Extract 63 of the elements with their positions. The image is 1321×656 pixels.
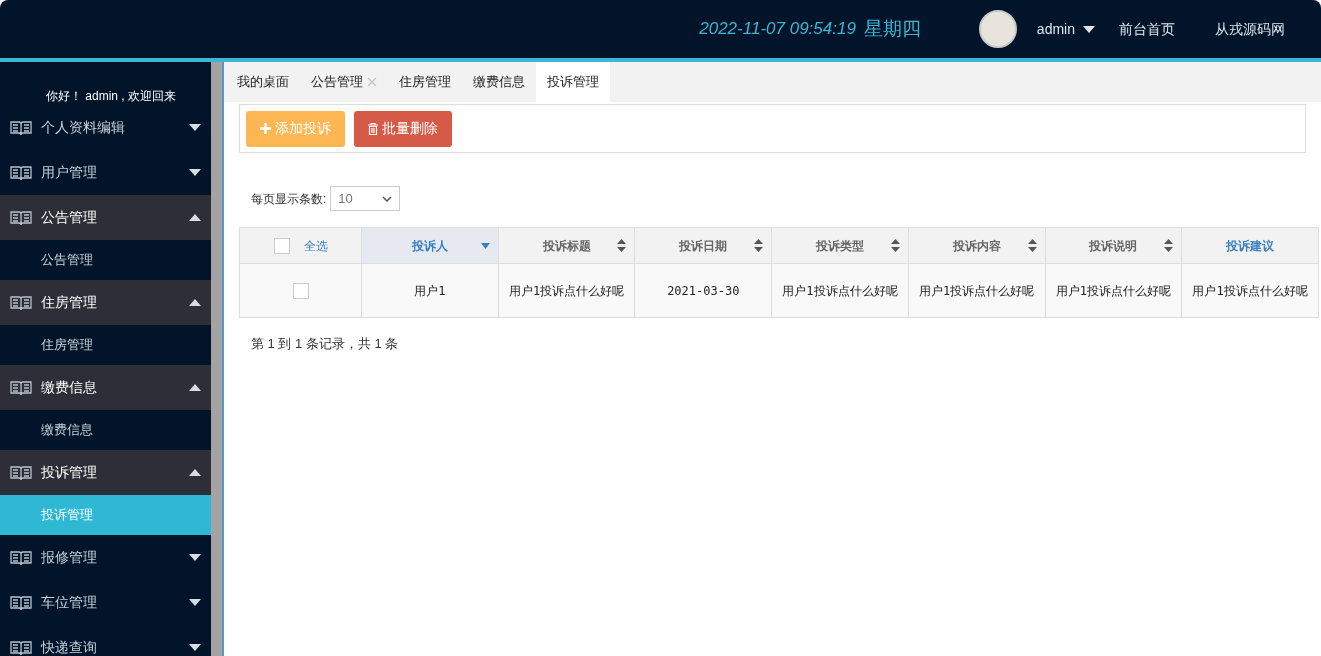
sort-desc-icon bbox=[480, 242, 490, 249]
sidebar-item[interactable]: 投诉管理 bbox=[0, 450, 211, 495]
caret-down-icon bbox=[189, 599, 201, 606]
column-header[interactable]: 投诉人 bbox=[361, 227, 499, 264]
checkbox[interactable] bbox=[273, 237, 290, 254]
table-cell: 用户1投诉点什么好呢 bbox=[1192, 283, 1308, 298]
plus-icon bbox=[260, 123, 271, 134]
sidebar-item[interactable]: 住房管理 bbox=[0, 280, 211, 325]
close-icon[interactable] bbox=[367, 77, 377, 87]
caret-down-icon bbox=[189, 169, 201, 176]
date-time: 2022-11-07 09:54:19 bbox=[699, 18, 856, 41]
book-icon bbox=[10, 164, 32, 181]
caret-down-icon bbox=[1083, 25, 1095, 33]
caret-down-icon bbox=[189, 644, 201, 651]
sort-icon bbox=[754, 239, 764, 252]
book-icon bbox=[10, 379, 32, 396]
column-header[interactable]: 投诉建议 bbox=[1181, 227, 1319, 264]
caret-up-icon bbox=[189, 384, 201, 391]
book-icon bbox=[10, 594, 32, 611]
trash-icon bbox=[368, 122, 378, 135]
sidebar-scrollbar[interactable] bbox=[211, 62, 224, 656]
greeting: 你好！ admin , 欢迎回来 bbox=[45, 88, 178, 105]
sort-icon bbox=[890, 239, 900, 252]
book-icon bbox=[10, 464, 32, 481]
weekday: 星期四 bbox=[863, 16, 921, 41]
caret-down-icon bbox=[189, 124, 201, 131]
table-cell: 用户1投诉点什么好呢 bbox=[508, 283, 625, 298]
book-icon bbox=[10, 294, 32, 311]
book-icon bbox=[10, 639, 32, 656]
table-cell: 用户1投诉点什么好呢 bbox=[782, 283, 898, 298]
caret-up-icon bbox=[189, 469, 201, 476]
user-menu[interactable]: admin bbox=[1036, 18, 1095, 40]
nav-link[interactable]: 从戎源码网 bbox=[1215, 18, 1285, 40]
column-header[interactable]: 投诉标题 bbox=[498, 227, 635, 264]
column-header[interactable]: 投诉日期 bbox=[634, 227, 772, 264]
sidebar-item[interactable]: 缴费信息 bbox=[0, 365, 211, 410]
table-cell: 2021-03-30 bbox=[667, 283, 740, 298]
select-all-label[interactable]: 全选 bbox=[303, 236, 328, 255]
column-header[interactable]: 投诉说明 bbox=[1045, 227, 1182, 264]
chevron-down-icon bbox=[382, 195, 393, 202]
page-size-select[interactable]: 10 bbox=[330, 186, 401, 211]
sort-icon bbox=[1164, 239, 1174, 252]
caret-down-icon bbox=[189, 554, 201, 561]
sort-icon bbox=[617, 239, 627, 252]
column-header[interactable]: 投诉内容 bbox=[908, 227, 1045, 264]
book-icon bbox=[10, 549, 32, 566]
caret-up-icon bbox=[189, 214, 201, 221]
batch-delete-button[interactable]: 批量删除 bbox=[354, 110, 452, 147]
sort-icon bbox=[1027, 239, 1037, 252]
caret-up-icon bbox=[189, 299, 201, 306]
checkbox[interactable] bbox=[292, 283, 309, 300]
table-cell: 用户1投诉点什么好呢 bbox=[919, 283, 1035, 298]
page-size-label: 每页显示条数: bbox=[251, 190, 327, 208]
record-summary: 第 1 到 1 条记录，共 1 条 bbox=[251, 335, 400, 353]
column-header[interactable]: 投诉类型 bbox=[771, 227, 909, 264]
book-icon bbox=[10, 119, 32, 136]
sidebar-item[interactable]: 公告管理 bbox=[0, 195, 211, 240]
avatar[interactable] bbox=[978, 10, 1017, 48]
tab[interactable]: 投诉管理 bbox=[536, 62, 610, 102]
nav-link[interactable]: 前台首页 bbox=[1119, 18, 1175, 40]
book-icon bbox=[10, 209, 32, 226]
table-cell: 用户1投诉点什么好呢 bbox=[1055, 283, 1171, 298]
table-cell: 用户1 bbox=[414, 283, 446, 298]
